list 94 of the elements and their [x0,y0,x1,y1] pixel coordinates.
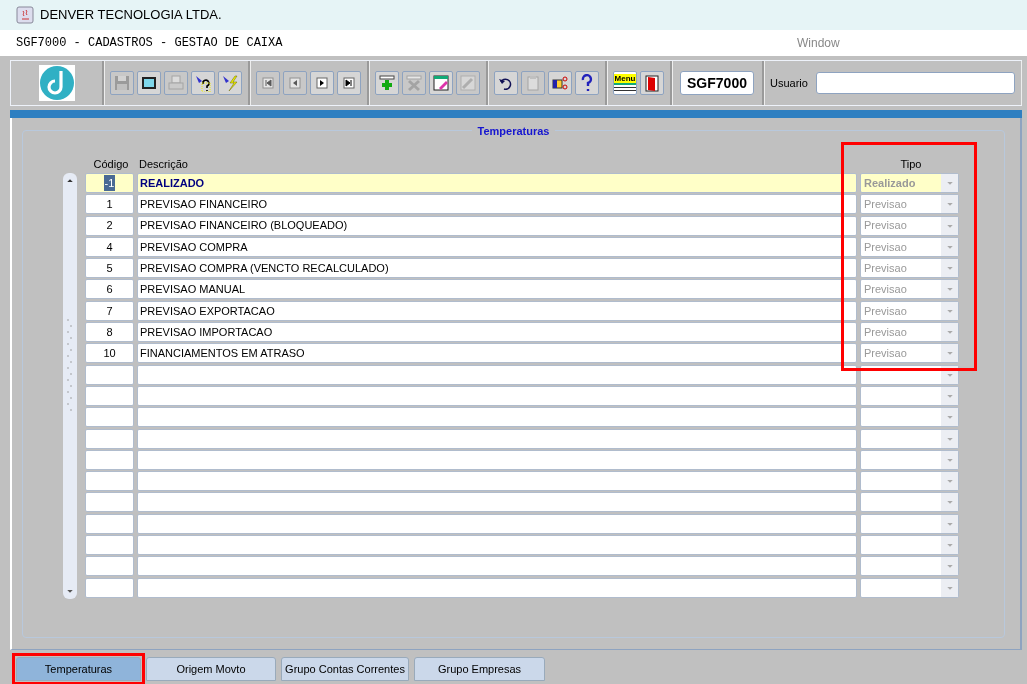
code-field[interactable] [85,513,134,534]
exit-button[interactable] [640,71,664,95]
description-field[interactable] [137,428,857,449]
code-field[interactable] [85,535,134,556]
plus-icon [378,74,396,92]
column-header: Código [92,156,130,172]
code-field[interactable]: 7 [85,300,134,321]
floppy-icon [113,74,131,92]
code-field[interactable] [85,492,134,513]
printer-icon [167,74,185,92]
description-field[interactable] [137,407,857,428]
form-title: SGF7000 - CADASTROS - GESTAO DE CAIXA [16,35,284,52]
help-button[interactable] [575,71,599,95]
query-button[interactable] [191,71,215,95]
undo-button[interactable] [494,71,518,95]
menu-item[interactable]: Window [797,34,840,52]
type-dropdown[interactable] [860,577,959,598]
column-header: Tipo [899,156,923,172]
description-field[interactable] [137,492,857,513]
description-field[interactable] [137,556,857,577]
tab[interactable]: Origem Movto [146,657,276,681]
door-icon [643,74,661,92]
description-field[interactable]: PREVISAO IMPORTACAO [137,322,857,343]
edit-icon [432,74,450,92]
code-field[interactable]: 6 [85,279,134,300]
tab[interactable]: Temperaturas [16,657,141,681]
previous-record-icon [286,74,304,92]
form-code-field: SGF7000 [680,71,754,95]
next-record-button[interactable] [310,71,334,95]
column-header: Descrição [138,156,189,172]
code-field[interactable] [85,449,134,470]
app-icon [16,6,34,24]
type-dropdown[interactable] [860,407,959,428]
code-field[interactable] [85,556,134,577]
type-dropdown[interactable] [860,556,959,577]
description-field[interactable]: PREVISAO FINANCEIRO (BLOQUEADO) [137,215,857,236]
description-field[interactable] [137,577,857,598]
description-field[interactable]: FINANCIAMENTOS EM ATRASO [137,343,857,364]
description-field[interactable]: PREVISAO COMPRA (VENCTO RECALCULADO) [137,258,857,279]
monitor-icon [140,74,158,92]
first-record-icon [259,74,277,92]
description-field[interactable] [137,471,857,492]
delete-icon [405,74,423,92]
block-title: Temperaturas [471,125,556,137]
type-dropdown[interactable] [860,385,959,406]
code-field[interactable] [85,577,134,598]
window-title: DENVER TECNOLOGIA LTDA. [40,6,222,25]
type-dropdown[interactable] [860,492,959,513]
code-field[interactable]: 10 [85,343,134,364]
user-label: Usuario [770,75,808,91]
description-field[interactable]: REALIZADO [137,173,857,193]
code-field[interactable]: 8 [85,322,134,343]
last-record-icon [340,74,358,92]
insert-button[interactable] [375,71,399,95]
type-dropdown[interactable] [860,449,959,470]
code-field[interactable] [85,471,134,492]
menu-button[interactable]: Menu [613,71,637,95]
type-dropdown[interactable] [860,428,959,449]
type-dropdown[interactable] [860,513,959,534]
next-record-icon [313,74,331,92]
code-field[interactable] [85,385,134,406]
description-field[interactable]: PREVISAO COMPRA [137,236,857,257]
type-dropdown[interactable] [860,471,959,492]
code-field[interactable]: 4 [85,236,134,257]
code-field[interactable]: 2 [85,215,134,236]
clipboard-icon [524,74,542,92]
code-field[interactable] [85,428,134,449]
description-field[interactable] [137,449,857,470]
tab[interactable]: Grupo Empresas [414,657,545,681]
description-field[interactable] [137,513,857,534]
wrench-icon [459,74,477,92]
code-field[interactable] [85,364,134,385]
description-field[interactable] [137,385,857,406]
user-field[interactable] [815,72,1015,94]
lightning-icon [221,74,239,92]
tab[interactable]: Grupo Contas Correntes [281,657,409,681]
code-field[interactable]: 5 [85,258,134,279]
code-field[interactable]: -1 [85,173,134,193]
code-field[interactable]: 1 [85,194,134,215]
cut-button[interactable] [548,71,572,95]
last-record-button[interactable] [337,71,361,95]
scrollbar[interactable] [63,173,77,599]
description-field[interactable] [137,535,857,556]
question-icon [194,74,212,92]
logo-icon [38,65,75,101]
description-field[interactable]: PREVISAO FINANCEIRO [137,194,857,215]
description-field[interactable] [137,364,857,385]
description-field[interactable]: PREVISAO EXPORTACAO [137,300,857,321]
edit-button[interactable] [429,71,453,95]
code-field[interactable] [85,407,134,428]
description-field[interactable]: PREVISAO MANUAL [137,279,857,300]
hand-scissors-icon [551,74,569,92]
window-button[interactable] [137,71,161,95]
type-dropdown[interactable] [860,535,959,556]
